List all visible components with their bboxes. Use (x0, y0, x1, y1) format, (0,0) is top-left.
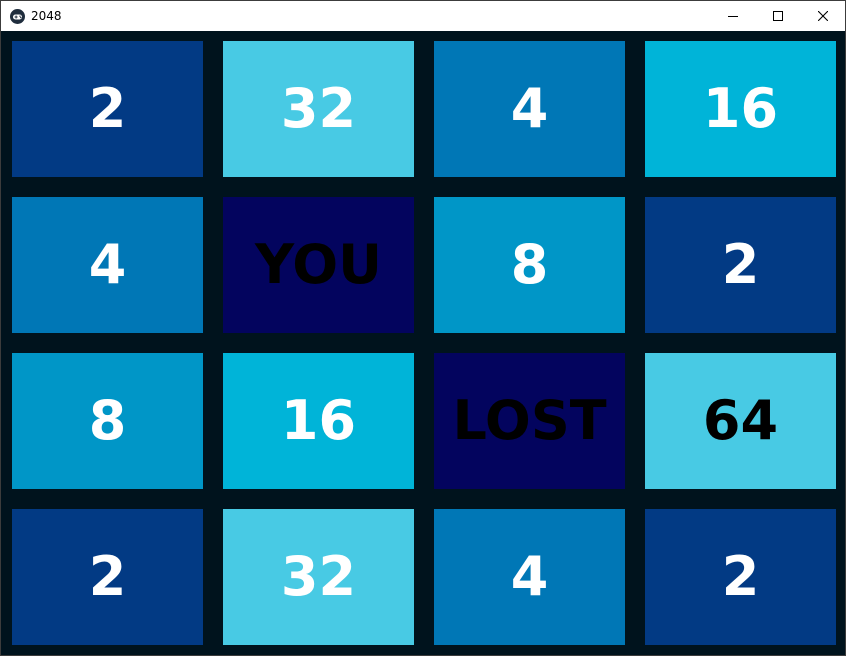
tile-r1-c2: 32 (223, 41, 414, 177)
tile-r3-c2: 16 (223, 353, 414, 489)
maximize-button[interactable] (755, 1, 801, 31)
tile-r2-c1: 4 (12, 197, 203, 333)
minimize-icon (728, 11, 738, 21)
tile-r2-c2: YOU (223, 197, 414, 333)
window-title: 2048 (31, 9, 62, 23)
tile-r1-c4: 16 (645, 41, 836, 177)
tile-r4-c1: 2 (12, 509, 203, 645)
game-board: 2 32 4 16 4 YOU 8 2 8 16 LOST 64 2 32 4 2 (0, 31, 846, 656)
tile-r4-c2: 32 (223, 509, 414, 645)
close-button[interactable] (800, 1, 846, 31)
tile-r2-c3: 8 (434, 197, 625, 333)
tile-r3-c3: LOST (434, 353, 625, 489)
tile-r3-c4: 64 (645, 353, 836, 489)
maximize-icon (773, 11, 783, 21)
tile-r2-c4: 2 (645, 197, 836, 333)
minimize-button[interactable] (710, 1, 756, 31)
tile-r1-c3: 4 (434, 41, 625, 177)
tile-r4-c3: 4 (434, 509, 625, 645)
gamepad-icon (10, 9, 25, 24)
title-bar[interactable]: 2048 (0, 0, 846, 31)
tile-r1-c1: 2 (12, 41, 203, 177)
close-icon (818, 11, 828, 21)
tile-r4-c4: 2 (645, 509, 836, 645)
tile-r3-c1: 8 (12, 353, 203, 489)
